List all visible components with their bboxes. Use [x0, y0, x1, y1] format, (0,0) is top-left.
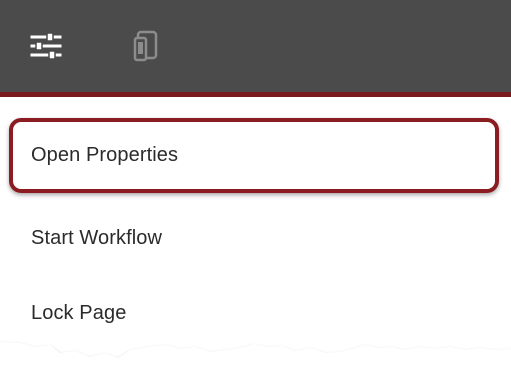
torn-paper-edge: [0, 342, 511, 389]
editor-toolbar: [0, 0, 511, 92]
menu-item-start-workflow[interactable]: Start Workflow: [0, 207, 511, 267]
page-properties-icon[interactable]: [26, 26, 66, 66]
emulator-icon[interactable]: [126, 26, 166, 66]
screenshot-frame: Open Properties Start Workflow Lock Page: [0, 0, 511, 389]
menu-item-open-properties[interactable]: Open Properties: [0, 118, 511, 178]
menu-item-label: Start Workflow: [31, 227, 163, 249]
menu-item-label: Open Properties: [31, 144, 179, 166]
